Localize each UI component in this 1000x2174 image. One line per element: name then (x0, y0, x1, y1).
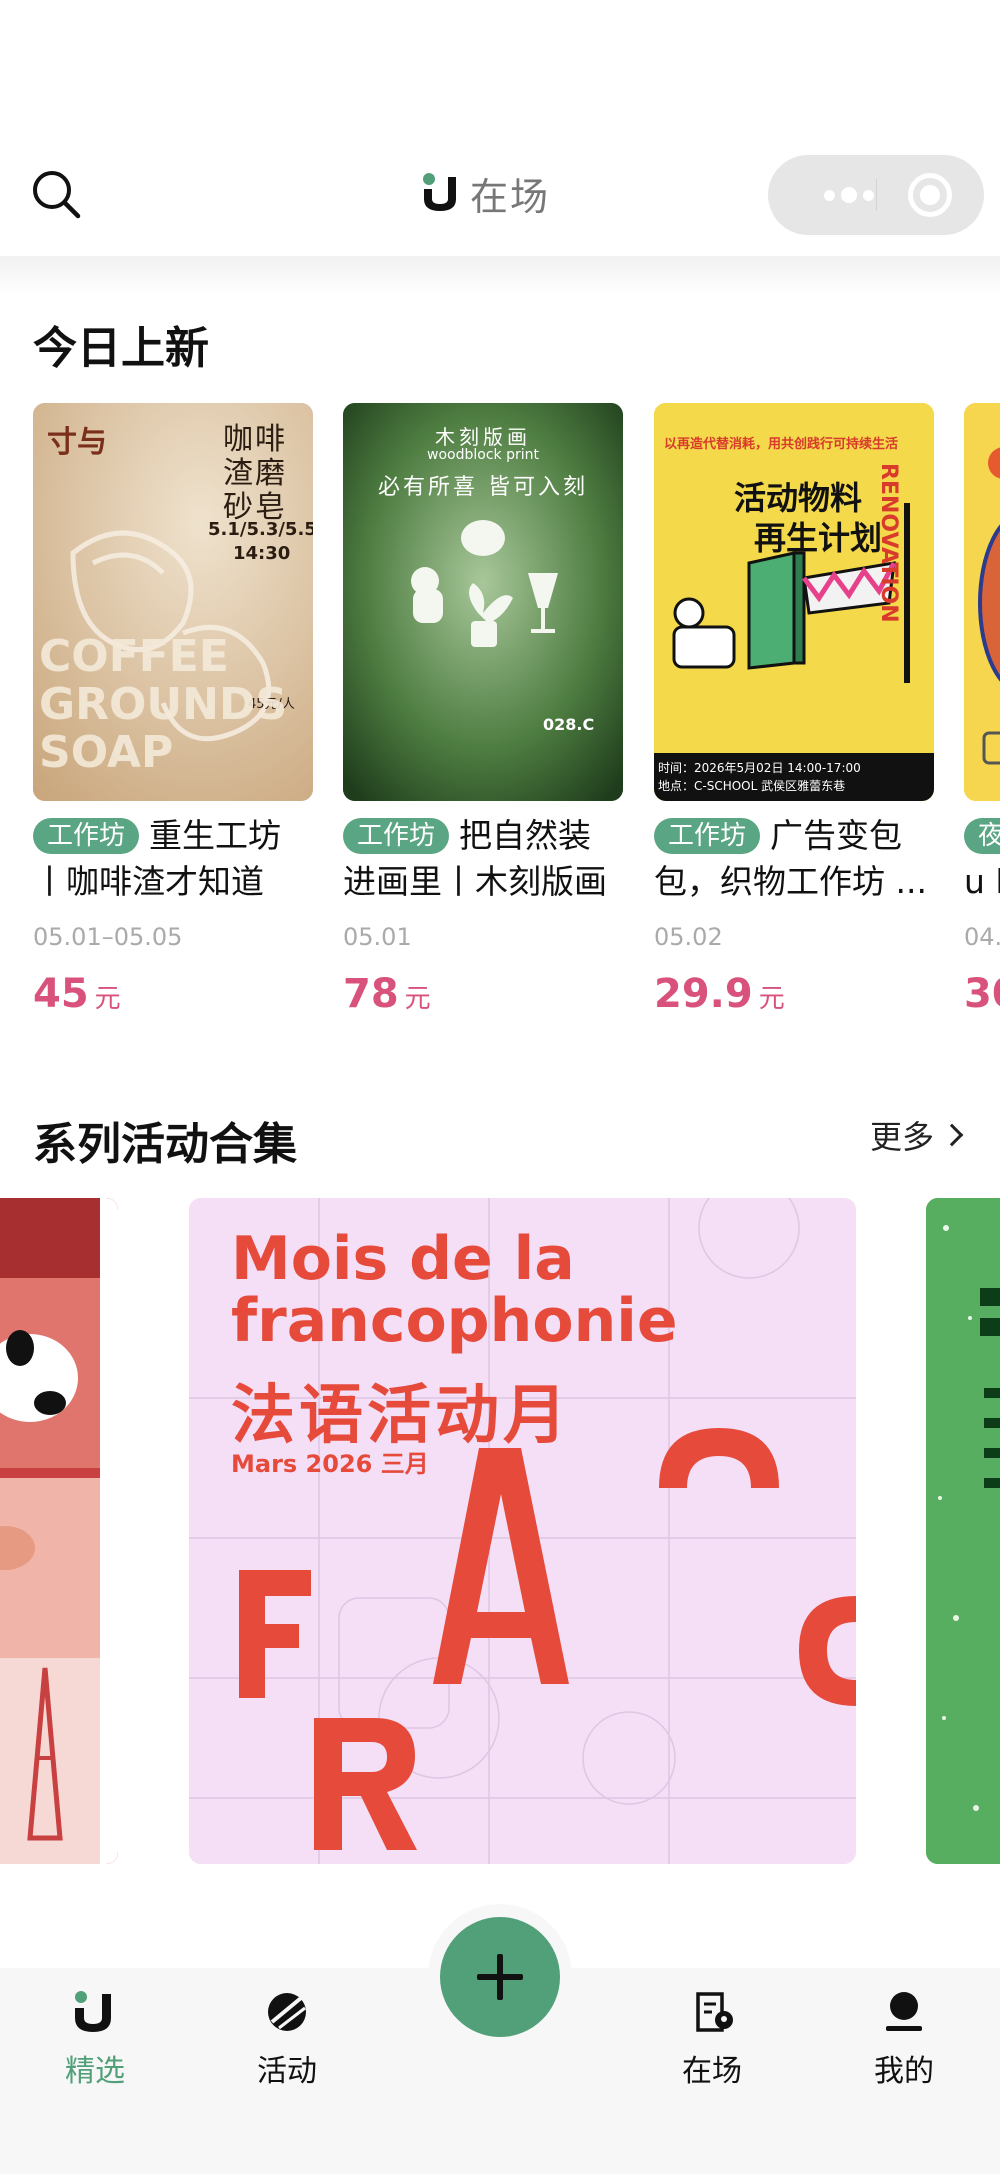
tab-label: 在场 (682, 2054, 742, 2089)
brand-u-icon (75, 1991, 111, 2032)
poster-banner: 以再造代替消耗，用共创践行可持续生活 (664, 437, 899, 452)
brand-u-icon (423, 173, 456, 211)
price-value: 78 (343, 971, 399, 1017)
more-label: 更多 (870, 1118, 935, 1156)
tab-present[interactable]: 在场 (642, 1988, 782, 2090)
event-title: 工作坊 把自然装进画里丨木刻版画 (343, 813, 623, 905)
capsule-divider (876, 179, 877, 211)
header-shadow (0, 256, 1000, 296)
category-tag: 工作坊 (654, 818, 761, 854)
event-price: 78 元 (343, 971, 623, 1017)
section-title-series: 系列活动合集 (33, 1119, 297, 1170)
section-title-today-new: 今日上新 (33, 323, 209, 374)
poster-big-line: GROUNDS (39, 679, 288, 730)
event-title: 工作坊 广告变包包，织物工作坊 ... (654, 813, 934, 905)
planet-icon (268, 1993, 306, 2031)
series-title-zh: 法语活动月 (231, 1379, 571, 1453)
event-poster: 以再造代替消耗，用共创践行可持续生活 活动物料 再生计划 RENOVATION … (654, 403, 934, 801)
series-poster-francophonie[interactable]: Mois de la francophonie 法语活动月 Mars 2026 … (189, 1198, 856, 1864)
poster-big-line: SOAP (39, 727, 174, 778)
poster-big-line: COFFEE (39, 631, 229, 682)
more-link[interactable]: 更多 (870, 1112, 964, 1158)
price-unit: 元 (758, 984, 785, 1014)
event-poster: 寸与 咖啡渣磨砂皂 5.1/5.3/5.5 14:30 45元/人 COFFEE… (33, 403, 313, 801)
tab-label: 精选 (65, 2054, 125, 2089)
event-poster (964, 403, 1000, 801)
event-card[interactable]: 夜 u l 04. 30 (964, 403, 1000, 1017)
top-bar: 在场 (0, 0, 1000, 256)
tab-mine[interactable]: 我的 (834, 1988, 974, 2090)
category-tag: 工作坊 (33, 818, 140, 854)
poster-time: 时间：2026年5月02日 14:00-17:00 (658, 761, 861, 775)
app-name: 在场 (470, 174, 551, 219)
poster-big-text: COFFEE GROUNDS SOAP (39, 633, 287, 777)
event-card[interactable]: 寸与 咖啡渣磨砂皂 5.1/5.3/5.5 14:30 45元/人 COFFEE… (33, 403, 313, 1017)
poster-heading: 再生计划 (754, 519, 883, 557)
poster-slogan: 必有所喜 皆可入刻 (378, 475, 588, 500)
event-card[interactable]: 木刻版画 woodblock print 必有所喜 皆可入刻 028.C 工作坊… (343, 403, 623, 1017)
price-value: 29.9 (654, 971, 753, 1017)
poster-brand: 028.C (543, 715, 595, 734)
event-date: 05.01–05.05 (33, 923, 183, 951)
price-unit: 元 (404, 984, 431, 1014)
poster-side-text: RENOVATION (876, 463, 901, 623)
price-unit: 元 (94, 984, 121, 1014)
event-price: 45 元 (33, 971, 313, 1017)
chevron-right-icon (940, 1123, 964, 1147)
price-value: 45 (33, 971, 89, 1017)
poster-dates: 5.1/5.3/5.5 (208, 519, 313, 540)
poster-time: 14:30 (233, 543, 291, 564)
series-title-fr: Mois de la francophonie (231, 1228, 678, 1352)
event-date: 04. (964, 923, 1000, 951)
poster-subheading: woodblock print (427, 447, 539, 463)
event-price: 29.9 元 (654, 971, 934, 1017)
tab-featured[interactable]: 精选 (25, 1988, 165, 2090)
poster-brand: 寸与 (47, 425, 107, 460)
more-dots-icon[interactable] (824, 187, 874, 203)
poster-heading: 咖啡渣磨砂皂 (223, 422, 287, 525)
event-title-text: u l (964, 862, 1000, 901)
event-price: 30 (964, 971, 1000, 1017)
tab-label: 我的 (874, 2054, 934, 2089)
event-date: 05.01 (343, 923, 412, 951)
series-month: Mars 2026 三月 (231, 1450, 429, 1478)
tab-label: 活动 (257, 2054, 317, 2089)
price-value: 30 (964, 971, 1000, 1017)
target-close-icon[interactable] (908, 173, 952, 217)
category-tag: 夜 (964, 818, 1000, 854)
user-icon (886, 1992, 922, 2031)
series-poster[interactable] (926, 1198, 1000, 1864)
tab-activities[interactable]: 活动 (217, 1988, 357, 2090)
event-card[interactable]: 以再造代替消耗，用共创践行可持续生活 活动物料 再生计划 RENOVATION … (654, 403, 934, 1017)
event-title: 工作坊重生工坊丨咖啡渣才知道自... (33, 813, 313, 905)
search-icon[interactable] (28, 166, 84, 222)
series-title-line: Mois de la (231, 1224, 575, 1294)
mini-program-capsule (768, 155, 984, 235)
series-title-line: francophonie (231, 1286, 678, 1356)
poster-place: 地点：C-SCHOOL 武侯区雅蕾东巷 (658, 779, 846, 793)
event-title: 夜 u l (964, 813, 1000, 905)
poster-heading: 木刻版画 (435, 425, 531, 449)
app-logo: 在场 (420, 168, 551, 219)
event-date: 05.02 (654, 923, 723, 951)
plus-icon[interactable] (440, 1917, 560, 2037)
category-tag: 工作坊 (343, 818, 450, 854)
series-poster[interactable] (0, 1198, 118, 1864)
checkin-icon (696, 1992, 733, 2032)
event-poster: 木刻版画 woodblock print 必有所喜 皆可入刻 028.C (343, 403, 623, 801)
